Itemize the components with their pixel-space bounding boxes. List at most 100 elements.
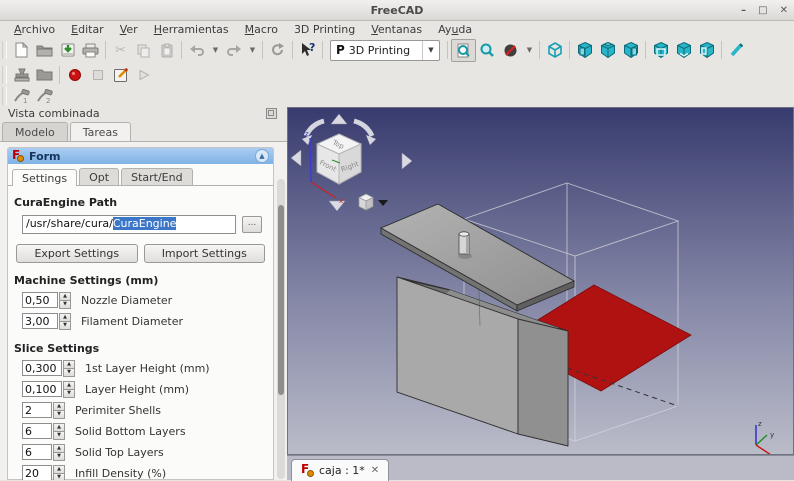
macro-folder-icon[interactable] <box>33 64 56 85</box>
toolbar-file: ✂ ▼ ▼ ? P 3D Printing ▼ ▼ <box>0 38 794 62</box>
cura-path-input[interactable]: /usr/share/cura/CuraEngine <box>22 215 236 234</box>
menu-item[interactable]: Herramientas <box>146 22 237 37</box>
spin-value-input[interactable] <box>22 423 52 439</box>
cut-icon[interactable]: ✂ <box>109 40 132 61</box>
spin-row: ▲▼ Infill Density (%) <box>22 465 273 480</box>
close-button[interactable]: ✕ <box>780 5 788 16</box>
float-panel-icon[interactable] <box>266 108 277 119</box>
spin-buttons[interactable]: ▲ ▼ <box>53 402 65 419</box>
toolbar-handle[interactable] <box>2 87 7 105</box>
import-settings-button[interactable]: Import Settings <box>143 244 265 263</box>
save-icon[interactable] <box>56 40 79 61</box>
toolbar-handle[interactable] <box>2 65 7 84</box>
spin-buttons[interactable]: ▲ ▼ <box>63 360 75 377</box>
open-folder-icon[interactable] <box>33 40 56 61</box>
spin-value-input[interactable] <box>22 402 52 418</box>
spin-label: Solid Bottom Layers <box>75 424 186 438</box>
spin-row: ▲▼ Filament Diameter <box>22 313 273 330</box>
menu-item[interactable]: 3D Printing <box>286 22 363 37</box>
fit-all-icon[interactable] <box>451 38 476 62</box>
print-tool-1-icon[interactable]: 1 <box>10 86 33 107</box>
edit-macro-icon[interactable] <box>109 64 132 85</box>
toolbar-3dprinting: 1 2 <box>0 87 794 105</box>
workbench-label: 3D Printing <box>348 43 411 57</box>
tab-start-end[interactable]: Start/End <box>121 168 193 185</box>
machine-settings-rows: ▲▼ Nozzle Diameter ▲▼ Filament Diameter <box>8 292 273 330</box>
spin-buttons[interactable]: ▲ ▼ <box>59 313 71 330</box>
rear-view-icon[interactable] <box>649 40 672 61</box>
menu-item[interactable]: Editar <box>63 22 112 37</box>
scrollbar-thumb[interactable] <box>278 205 284 395</box>
menu-bar: Archivo Editar Ver Herramientas Macro 3D Prin… <box>0 21 794 38</box>
refresh-icon[interactable] <box>266 40 289 61</box>
menu-item[interactable]: Archivo <box>6 22 63 37</box>
axonometric-view-icon[interactable] <box>543 40 566 61</box>
spin-row: ▲▼ 1st Layer Height (mm) <box>22 360 273 377</box>
collapse-icon[interactable]: ▲ <box>255 149 269 163</box>
cylinder-object[interactable] <box>458 231 470 255</box>
print-tool-2-icon[interactable]: 2 <box>33 86 56 107</box>
maximize-button[interactable]: □ <box>758 5 767 16</box>
redo-icon[interactable] <box>222 40 245 61</box>
export-settings-button[interactable]: Export Settings <box>16 244 138 263</box>
right-view-icon[interactable] <box>619 40 642 61</box>
minimize-button[interactable]: – <box>741 5 746 16</box>
tab-tareas[interactable]: Tareas <box>69 122 131 141</box>
zoom-icon[interactable] <box>476 40 499 61</box>
spin-value-input[interactable] <box>22 360 62 376</box>
bottom-view-icon[interactable] <box>672 40 695 61</box>
front-view-icon[interactable] <box>573 40 596 61</box>
spin-label: Nozzle Diameter <box>81 293 173 307</box>
browse-button[interactable]: ... <box>242 216 262 233</box>
macro-stamp-icon[interactable] <box>10 64 33 85</box>
document-tab-close-icon[interactable]: ✕ <box>371 465 379 476</box>
spin-value-input[interactable] <box>22 444 52 460</box>
spin-label: 1st Layer Height (mm) <box>85 361 210 375</box>
spin-buttons[interactable]: ▲ ▼ <box>53 423 65 440</box>
draw-style-dropdown-icon[interactable]: ▼ <box>522 40 536 61</box>
spin-buttons[interactable]: ▲ ▼ <box>53 444 65 461</box>
copy-icon[interactable] <box>132 40 155 61</box>
3d-viewport[interactable]: Top Front Right z x z y <box>287 107 794 455</box>
toolbar-handle[interactable] <box>2 41 7 59</box>
undo-icon[interactable] <box>185 40 208 61</box>
menu-item[interactable]: Ver <box>112 22 146 37</box>
whats-this-icon[interactable]: ? <box>296 40 319 61</box>
measure-icon[interactable] <box>725 40 748 61</box>
menu-item[interactable]: Macro <box>237 22 286 37</box>
nav-settings-cube-icon[interactable] <box>358 193 374 211</box>
slice-settings-rows: ▲▼ 1st Layer Height (mm) ▲▼ Layer Height… <box>8 360 273 480</box>
spin-value-input[interactable] <box>22 313 58 329</box>
workbench-selector[interactable]: P 3D Printing ▼ <box>330 39 440 61</box>
workbench-dropdown-icon[interactable]: ▼ <box>422 40 439 60</box>
new-document-icon[interactable] <box>10 40 33 61</box>
spin-value-input[interactable] <box>22 381 62 397</box>
redo-dropdown-icon[interactable]: ▼ <box>245 40 259 61</box>
spin-buttons[interactable]: ▲ ▼ <box>59 292 71 309</box>
menu-item[interactable]: Ayuda <box>430 22 480 37</box>
document-tab-label: caja : 1* <box>319 464 365 477</box>
record-macro-icon[interactable] <box>63 64 86 85</box>
tab-settings[interactable]: Settings <box>12 169 78 186</box>
toolbar-macro <box>0 63 794 86</box>
tab-modelo[interactable]: Modelo <box>2 122 68 141</box>
tasks-scrollbar[interactable] <box>277 179 285 479</box>
stop-macro-icon[interactable] <box>86 64 109 85</box>
menu-item[interactable]: Ventanas <box>363 22 430 37</box>
spin-buttons[interactable]: ▲ ▼ <box>53 465 65 480</box>
left-view-icon[interactable] <box>695 40 718 61</box>
draw-style-icon[interactable] <box>499 40 522 61</box>
slice-settings-heading: Slice Settings <box>14 342 100 355</box>
spin-value-input[interactable] <box>22 465 52 480</box>
spin-row: ▲▼ Solid Bottom Layers <box>22 423 273 440</box>
play-macro-icon[interactable] <box>132 64 155 85</box>
document-tab[interactable]: F caja : 1* ✕ <box>291 459 390 481</box>
spin-buttons[interactable]: ▲ ▼ <box>63 381 75 398</box>
undo-dropdown-icon[interactable]: ▼ <box>208 40 222 61</box>
top-view-icon[interactable] <box>596 40 619 61</box>
print-icon[interactable] <box>79 40 102 61</box>
form-header[interactable]: F Form ▲ <box>8 148 273 164</box>
spin-value-input[interactable] <box>22 292 58 308</box>
paste-icon[interactable] <box>155 40 178 61</box>
tab-opt[interactable]: Opt <box>79 168 120 185</box>
